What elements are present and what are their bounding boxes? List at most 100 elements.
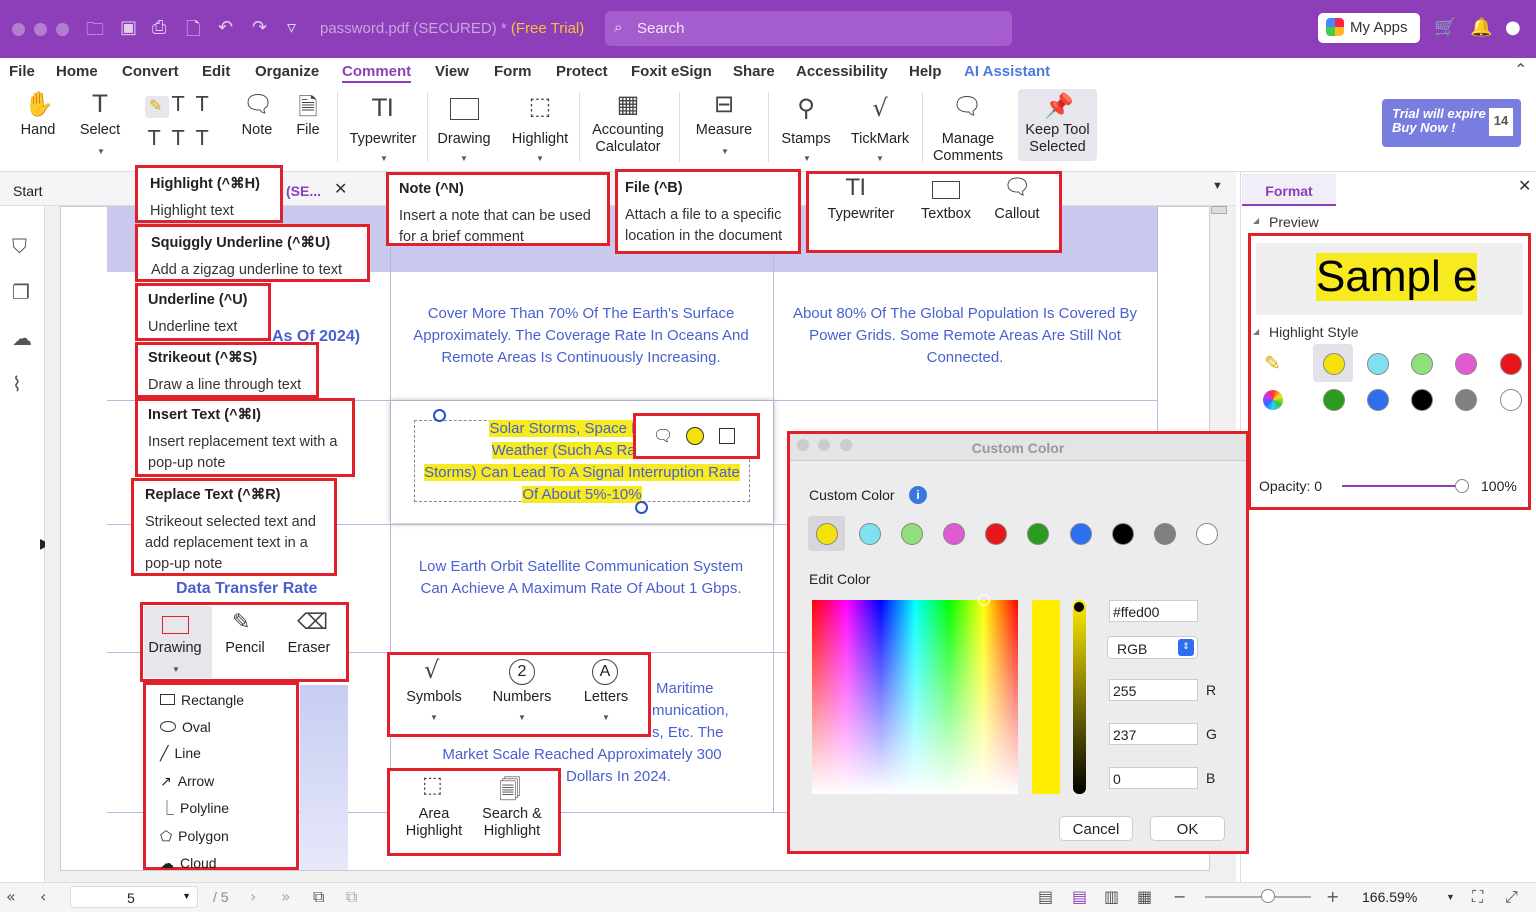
my-apps-button[interactable]: My Apps bbox=[1318, 13, 1420, 43]
textbox-option[interactable]: Textbox bbox=[910, 206, 982, 223]
swatch-green[interactable] bbox=[1323, 389, 1345, 411]
shape-oval-item[interactable]: Oval bbox=[160, 714, 296, 741]
maximize-window-button[interactable] bbox=[56, 23, 69, 36]
prev-page-icon[interactable]: ‹ bbox=[40, 887, 46, 906]
selection-handle-start[interactable] bbox=[433, 409, 446, 422]
fit-width-icon[interactable]: ⛶ bbox=[1472, 887, 1483, 907]
comments-icon[interactable]: ☁ bbox=[12, 326, 32, 350]
undo-icon[interactable]: ↶ bbox=[218, 17, 233, 38]
menu-help[interactable]: Help bbox=[909, 63, 942, 80]
last-page-icon[interactable]: » bbox=[281, 887, 291, 906]
eraser-option[interactable]: Eraser bbox=[282, 640, 336, 657]
manage-comments-button[interactable]: Manage Comments bbox=[926, 131, 1010, 165]
typewriter-dropdown-icon[interactable]: ▼ bbox=[380, 154, 388, 163]
typewriter-button[interactable]: Typewriter bbox=[342, 131, 424, 148]
trial-expire-banner[interactable]: Trial will expire Buy Now ! 14 bbox=[1382, 99, 1521, 147]
dialog-swatch-light-green[interactable] bbox=[901, 523, 923, 545]
numbers-option[interactable]: Numbers bbox=[486, 689, 558, 706]
info-icon[interactable]: i bbox=[909, 486, 927, 504]
continuous-facing-icon[interactable]: ▦ bbox=[1137, 887, 1152, 906]
continuous-view-icon[interactable]: ▤ bbox=[1072, 887, 1087, 906]
quick-access-dropdown-icon[interactable]: ▿ bbox=[287, 17, 296, 38]
hand-tool-button[interactable]: Hand bbox=[14, 122, 62, 139]
menu-foxit-esign[interactable]: Foxit eSign bbox=[631, 63, 712, 80]
opacity-slider-track[interactable] bbox=[1342, 485, 1462, 487]
page-number-input[interactable]: 5 ▼ bbox=[70, 886, 198, 908]
tab-list-dropdown-icon[interactable]: ▼ bbox=[1212, 180, 1223, 192]
brightness-slider-thumb[interactable] bbox=[1074, 602, 1084, 612]
next-page-icon[interactable]: › bbox=[250, 887, 256, 906]
dialog-swatch-black[interactable] bbox=[1112, 523, 1134, 545]
zoom-dropdown-icon[interactable]: ▼ bbox=[1446, 892, 1455, 902]
swatch-light-green[interactable] bbox=[1411, 353, 1433, 375]
dialog-minimize-button[interactable] bbox=[818, 439, 830, 451]
highlight-dropdown-icon[interactable]: ▼ bbox=[536, 154, 544, 163]
shape-line-item[interactable]: ╱ Line bbox=[160, 740, 296, 768]
dialog-zoom-button[interactable] bbox=[840, 439, 852, 451]
zoom-slider-track[interactable] bbox=[1205, 896, 1311, 898]
insert-text-icon[interactable]: T bbox=[172, 126, 184, 150]
tab-start[interactable]: Start bbox=[13, 183, 43, 199]
dialog-close-button[interactable] bbox=[797, 439, 809, 451]
shape-rectangle-item[interactable]: Rectangle bbox=[160, 687, 296, 714]
zoom-out-icon[interactable]: − bbox=[1173, 887, 1186, 906]
shape-polygon-item[interactable]: ⬠ Polygon bbox=[160, 823, 296, 851]
drawing-option[interactable]: Drawing bbox=[144, 640, 206, 657]
search-input[interactable]: ⌕ Search bbox=[605, 11, 1012, 46]
search-highlight-option[interactable]: Search & Highlight bbox=[474, 806, 550, 840]
menu-home[interactable]: Home bbox=[56, 63, 98, 80]
bell-icon[interactable]: 🔔 bbox=[1470, 17, 1492, 38]
tickmark-dropdown-icon[interactable]: ▼ bbox=[876, 154, 884, 163]
rotate-icon[interactable]: ⧉ bbox=[346, 887, 357, 907]
zoom-in-icon[interactable]: + bbox=[1326, 887, 1339, 906]
collapse-arrow-icon[interactable]: ◢ bbox=[1253, 327, 1259, 336]
select-dropdown-icon[interactable]: ▼ bbox=[97, 147, 105, 156]
bookmark-icon[interactable]: ⛉ bbox=[12, 234, 27, 258]
menu-file[interactable]: File bbox=[9, 63, 35, 80]
first-page-icon[interactable]: « bbox=[6, 887, 16, 906]
collapse-ribbon-icon[interactable]: ⌃ bbox=[1514, 60, 1527, 79]
dialog-swatch-magenta[interactable] bbox=[943, 523, 965, 545]
scrollbar-thumb[interactable] bbox=[1211, 206, 1227, 214]
swatch-magenta[interactable] bbox=[1455, 353, 1477, 375]
open-folder-icon[interactable]: 🗀 bbox=[86, 17, 104, 47]
swatch-red[interactable] bbox=[1500, 353, 1522, 375]
print-icon[interactable]: ⎙ bbox=[152, 17, 166, 38]
color-wheel-icon[interactable] bbox=[1263, 390, 1283, 410]
hex-input[interactable]: #ffed00 bbox=[1109, 600, 1198, 622]
drawing-dropdown-icon[interactable]: ▼ bbox=[172, 665, 180, 674]
accounting-calculator-button[interactable]: Accounting Calculator bbox=[584, 122, 672, 156]
dialog-swatch-blue[interactable] bbox=[1070, 523, 1092, 545]
symbols-dropdown-icon[interactable]: ▼ bbox=[430, 713, 438, 722]
cancel-button[interactable]: Cancel bbox=[1059, 816, 1133, 841]
menu-convert[interactable]: Convert bbox=[122, 63, 179, 80]
properties-icon[interactable] bbox=[719, 428, 735, 444]
drawing-button[interactable]: Drawing bbox=[432, 131, 496, 148]
fit-page-icon[interactable]: ⧉ bbox=[313, 887, 324, 907]
swatch-white[interactable] bbox=[1500, 389, 1522, 411]
opacity-slider-thumb[interactable] bbox=[1455, 479, 1469, 493]
menu-view[interactable]: View bbox=[435, 63, 469, 80]
swatch-cyan[interactable] bbox=[1367, 353, 1389, 375]
stamps-button[interactable]: Stamps bbox=[776, 131, 836, 148]
tab-document[interactable]: (SE... bbox=[286, 183, 321, 199]
drawing-dropdown-icon[interactable]: ▼ bbox=[460, 154, 468, 163]
dialog-swatch-green[interactable] bbox=[1027, 523, 1049, 545]
close-panel-icon[interactable]: ✕ bbox=[1518, 176, 1531, 196]
spectrum-cursor[interactable] bbox=[978, 594, 990, 606]
strikeout-icon[interactable]: T bbox=[148, 126, 160, 150]
format-tab[interactable]: Format bbox=[1242, 174, 1336, 206]
select-tool-button[interactable]: Select bbox=[75, 122, 125, 139]
menu-form[interactable]: Form bbox=[494, 63, 532, 80]
ok-button[interactable]: OK bbox=[1150, 816, 1225, 841]
close-window-button[interactable] bbox=[12, 23, 25, 36]
shape-arrow-item[interactable]: ↗ Arrow bbox=[160, 768, 296, 796]
pencil-option[interactable]: Pencil bbox=[220, 640, 270, 657]
swatch-blue[interactable] bbox=[1367, 389, 1389, 411]
red-input[interactable]: 255 bbox=[1109, 679, 1198, 701]
color-circle-icon[interactable] bbox=[686, 427, 704, 445]
account-icon[interactable]: ● bbox=[1505, 17, 1521, 38]
menu-organize[interactable]: Organize bbox=[255, 63, 319, 80]
close-tab-icon[interactable]: ✕ bbox=[334, 179, 347, 199]
zoom-level[interactable]: 166.59% bbox=[1362, 889, 1417, 905]
